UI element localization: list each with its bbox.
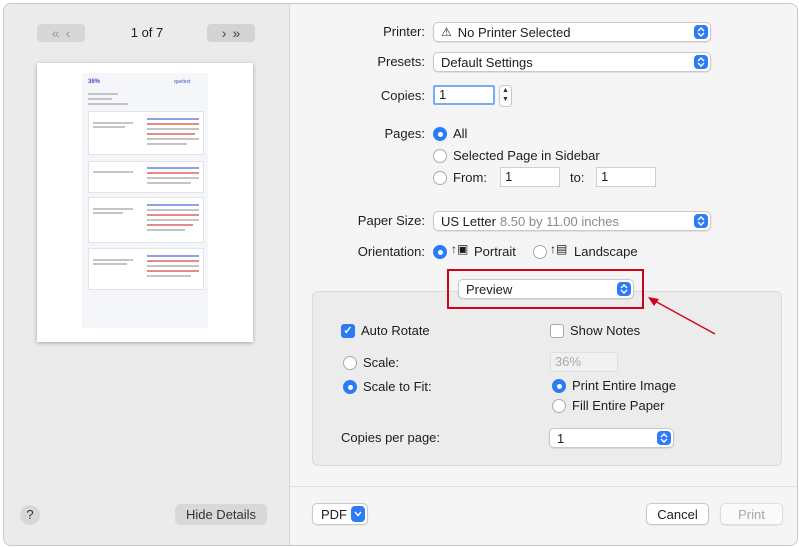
pages-all-radio[interactable] [433,127,447,141]
page-thumbnail[interactable]: 36% quetext [37,63,253,342]
presets-value: Default Settings [441,54,533,70]
pages-to-field[interactable]: 1 [596,167,656,187]
portrait-radio[interactable] [433,245,447,259]
paper-size-value: US Letter [441,213,496,229]
fill-entire-paper-radio[interactable] [552,399,566,413]
pages-from-label: From: [453,170,487,185]
stepper-down-icon[interactable]: ▼ [502,96,509,103]
hide-details-button[interactable]: Hide Details [175,504,267,525]
thumbnail-card-4 [88,248,204,290]
presets-popup[interactable]: Default Settings [433,52,711,72]
pages-from-field[interactable]: 1 [500,167,560,187]
copies-stepper[interactable]: ▲ ▼ [499,85,512,107]
printer-label: Printer: [383,24,425,39]
first-page-icon[interactable]: « [52,25,60,41]
annotation-highlight-box [447,269,644,309]
scale-field[interactable]: 36% [550,352,618,372]
help-icon: ? [26,507,34,522]
paper-size-label: Paper Size: [357,213,425,228]
copies-per-page-value: 1 [557,430,565,446]
portrait-icon: ↑▣ [451,242,469,256]
copies-per-page-label: Copies per page: [341,430,441,445]
thumbnail-card-3 [88,197,204,243]
chevron-down-icon [351,506,365,522]
thumbnail-content: 36% quetext [82,73,208,328]
scale-to-fit-radio[interactable] [343,380,357,394]
popup-arrows-icon [694,55,708,69]
auto-rotate-checkbox[interactable]: ✓ [341,324,355,338]
portrait-label: Portrait [474,244,516,259]
preview-sidebar: « ‹ 1 of 7 › » 36% quetext ? Hide Detail… [4,4,290,545]
presets-label: Presets: [377,54,425,69]
thumbnail-score: 36% [88,79,101,85]
pages-selected-radio[interactable] [433,149,447,163]
print-button[interactable]: Print [720,503,783,525]
paper-size-detail: 8.50 by 11.00 inches [499,213,619,229]
printer-popup[interactable]: ⚠ No Printer Selected [433,22,711,42]
cancel-button[interactable]: Cancel [646,503,709,525]
fill-entire-paper-label: Fill Entire Paper [572,398,665,413]
scale-to-fit-label: Scale to Fit: [363,379,432,394]
scale-label: Scale: [363,355,400,370]
copies-field[interactable]: 1 [433,85,495,105]
auto-rotate-label: Auto Rotate [361,323,430,338]
paper-size-popup[interactable]: US Letter 8.50 by 11.00 inches [433,211,711,231]
copies-per-page-popup[interactable]: 1 [549,428,674,448]
pages-range-radio[interactable] [433,171,447,185]
next-page-icon[interactable]: › [222,25,227,41]
landscape-icon: ↑▤ [550,242,568,256]
annotation-arrow [648,297,716,335]
show-notes-checkbox[interactable] [550,324,564,338]
thumbnail-card-2 [88,161,204,193]
thumbnail-card-1 [88,111,204,155]
thumbnail-brand: quetext [174,79,191,85]
show-notes-label: Show Notes [570,323,641,338]
warning-icon: ⚠ [441,25,452,39]
printer-value: No Printer Selected [457,24,571,40]
pages-to-label: to: [570,170,585,185]
scale-radio[interactable] [343,356,357,370]
page-indicator: 1 of 7 [130,25,164,40]
stepper-up-icon[interactable]: ▲ [502,87,509,94]
pages-all-label: All [453,126,468,141]
pages-label: Pages: [384,126,425,141]
popup-arrows-icon [694,25,708,39]
settings-pane: Printer: ⚠ No Printer Selected Presets: … [290,4,797,545]
help-button[interactable]: ? [20,505,40,525]
first-last-prev-button-group: « ‹ [37,24,85,42]
last-page-icon[interactable]: » [232,25,240,41]
pdf-label: PDF [321,506,347,522]
popup-arrows-icon [657,431,671,445]
popup-arrows-icon [694,214,708,228]
print-dialog: « ‹ 1 of 7 › » 36% quetext ? Hide Detail… [3,3,798,546]
landscape-radio[interactable] [533,245,547,259]
pdf-menu-button[interactable]: PDF [312,503,368,525]
print-entire-image-label: Print Entire Image [572,378,677,393]
footer-divider [290,486,797,487]
copies-label: Copies: [380,88,425,103]
print-entire-image-radio[interactable] [552,379,566,393]
orientation-label: Orientation: [357,244,425,259]
pages-selected-label: Selected Page in Sidebar [453,148,600,163]
next-last-button-group: › » [207,24,255,42]
landscape-label: Landscape [574,244,638,259]
previous-page-icon[interactable]: ‹ [66,25,71,41]
